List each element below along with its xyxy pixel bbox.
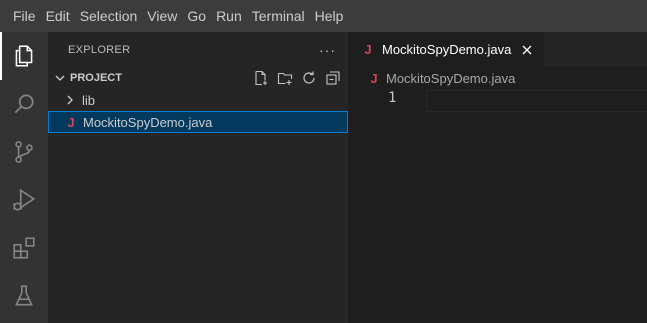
new-folder-icon[interactable] [276,69,294,87]
tab-label: MockitoSpyDemo.java [382,42,512,57]
sidebar-title: EXPLORER [68,43,131,56]
tab-mockitospydemo[interactable]: J MockitoSpyDemo.java [348,32,544,67]
testing-icon[interactable] [0,272,48,320]
java-file-icon: J [370,70,378,86]
editor-tab-bar: J MockitoSpyDemo.java [348,32,647,67]
explorer-icon[interactable] [0,32,48,80]
refresh-icon[interactable] [300,69,318,87]
folder-label: lib [82,92,96,108]
search-icon[interactable] [0,80,48,128]
menu-file[interactable]: File [8,0,41,32]
menu-selection[interactable]: Selection [75,0,143,32]
code-editor-line[interactable] [426,90,647,112]
chevron-right-icon [62,92,78,108]
close-icon[interactable] [519,42,535,58]
explorer-sidebar: EXPLORER ··· PROJECT lib J MockitoSpyDem… [48,32,348,323]
java-file-icon: J [364,42,372,57]
tree-folder-lib[interactable]: lib [48,89,348,111]
sidebar-header: EXPLORER ··· [48,32,348,67]
tree-file-mockitospydemo[interactable]: J MockitoSpyDemo.java [48,111,348,133]
menu-terminal[interactable]: Terminal [247,0,310,32]
run-debug-icon[interactable] [0,176,48,224]
menu-help[interactable]: Help [310,0,349,32]
menu-go[interactable]: Go [182,0,211,32]
chevron-down-icon [52,70,68,86]
section-actions [252,69,342,87]
project-section-title: PROJECT [70,72,122,84]
new-file-icon[interactable] [252,69,270,87]
breadcrumb[interactable]: J MockitoSpyDemo.java [348,67,647,89]
editor-area: J MockitoSpyDemo.java J MockitoSpyDemo.j… [348,32,647,323]
line-number: 1 [388,90,397,106]
extensions-icon[interactable] [0,224,48,272]
menu-edit[interactable]: Edit [41,0,75,32]
source-control-icon[interactable] [0,128,48,176]
menu-view[interactable]: View [142,0,182,32]
menu-run[interactable]: Run [211,0,247,32]
breadcrumb-file[interactable]: MockitoSpyDemo.java [386,71,515,86]
menu-bar: File Edit Selection View Go Run Terminal… [0,0,647,32]
more-actions-button[interactable]: ··· [319,42,336,58]
activity-bar [0,32,48,323]
project-section-header[interactable]: PROJECT [48,67,348,89]
vscode-window: File Edit Selection View Go Run Terminal… [0,0,647,323]
collapse-all-icon[interactable] [324,69,342,87]
java-file-icon: J [67,114,75,130]
file-label: MockitoSpyDemo.java [83,114,213,130]
